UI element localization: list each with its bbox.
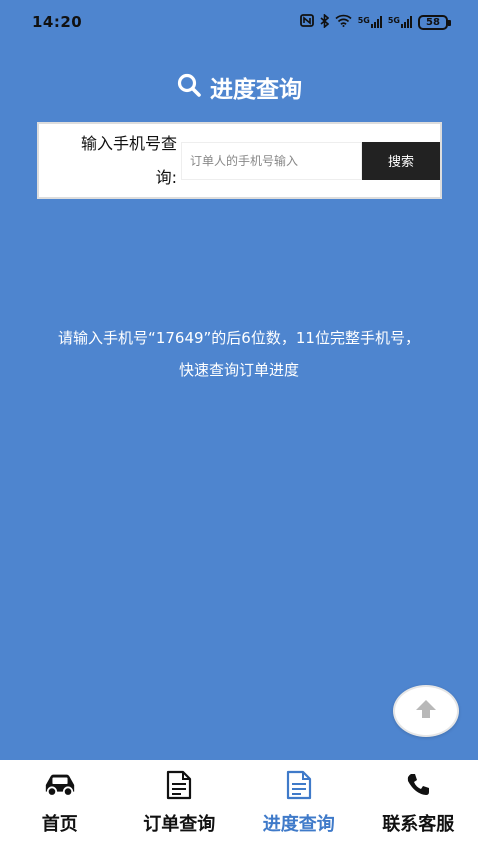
status-icons: 5G 5G 58 (299, 12, 451, 31)
document-icon (282, 770, 316, 800)
signal-icon: 5G (388, 16, 412, 28)
bluetooth-icon (320, 12, 329, 31)
search-label: 输入手机号查 询: (80, 133, 177, 187)
document-icon (162, 770, 196, 800)
tab-orders[interactable]: 订单查询 (120, 760, 240, 850)
tab-label: 进度查询 (262, 814, 335, 835)
car-icon (43, 770, 77, 800)
page-title-text: 进度查询 (210, 77, 302, 103)
status-bar: 14:20 5G 5G 58 (0, 0, 478, 44)
scroll-to-top-button[interactable] (393, 685, 459, 737)
nfc-icon (299, 14, 314, 30)
phone-icon (401, 770, 435, 800)
wifi-icon (335, 14, 352, 30)
tab-home[interactable]: 首页 (0, 760, 120, 850)
tab-contact[interactable]: 联系客服 (359, 760, 478, 850)
search-form: 输入手机号查 询: 搜索 (37, 122, 442, 199)
battery-icon: 58 (418, 14, 451, 30)
search-button[interactable]: 搜索 (362, 141, 440, 180)
tab-label: 首页 (41, 814, 78, 835)
search-hint: 请输入手机号“17649”的后6位数，11位完整手机号， 快速查询订单进度 (58, 329, 420, 379)
page-title: 进度查询 (0, 70, 478, 104)
arrow-up-icon (413, 698, 439, 724)
status-time: 14:20 (32, 13, 83, 31)
phone-search-input[interactable] (181, 141, 362, 180)
tab-label: 联系客服 (382, 814, 455, 835)
tab-progress[interactable]: 进度查询 (239, 760, 359, 850)
search-input-wrap (181, 141, 362, 180)
signal-icon: 5G (358, 16, 382, 28)
bottom-tabbar: 首页 订单查询 进度查询 联系客服 (0, 760, 478, 850)
search-icon (176, 72, 202, 102)
tab-label: 订单查询 (143, 814, 216, 835)
